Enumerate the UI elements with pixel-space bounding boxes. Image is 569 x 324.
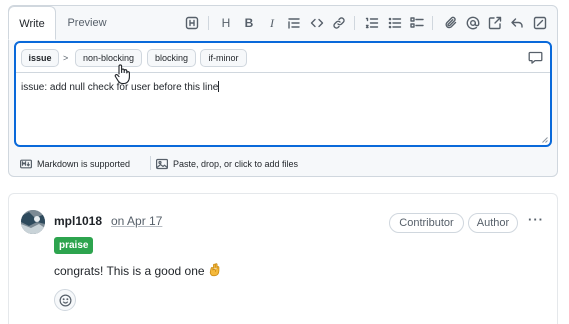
comment-date[interactable]: on Apr 17	[111, 214, 162, 228]
avatar[interactable]	[21, 210, 45, 234]
label-chip-issue[interactable]: issue	[21, 49, 59, 67]
numbered-list-icon[interactable]	[364, 15, 380, 31]
author-badge: Author	[468, 213, 518, 233]
bulleted-list-icon[interactable]	[387, 15, 403, 31]
mention-icon[interactable]	[465, 15, 481, 31]
praise-label: praise	[54, 237, 94, 254]
bold-icon[interactable]: B	[241, 15, 257, 31]
comment-body: congrats! This is a good one	[54, 263, 222, 278]
tab-preview[interactable]: Preview	[61, 6, 113, 40]
comment-card: mpl1018 on Apr 17 Contributor Author ···…	[8, 193, 558, 324]
italic-icon[interactable]: I	[264, 15, 280, 31]
add-reaction-button[interactable]	[54, 289, 76, 311]
resize-grip-icon[interactable]	[541, 136, 548, 143]
attach-files-text: Paste, drop, or click to add files	[173, 159, 299, 169]
attach-files-button[interactable]: Paste, drop, or click to add files	[156, 158, 298, 170]
conventional-labels-row: issue > non-blocking blocking if-minor	[16, 43, 550, 73]
toolbar-divider	[354, 16, 355, 30]
markdown-supported-text: Markdown is supported	[37, 159, 131, 169]
comment-editor: Write Preview H B I issue > non-blocking…	[8, 5, 558, 177]
label-separator: >	[63, 53, 69, 63]
markdown-support-link[interactable]: Markdown is supported	[20, 158, 130, 170]
cross-reference-icon[interactable]	[487, 15, 503, 31]
footer-divider	[150, 156, 151, 170]
tab-write[interactable]: Write	[8, 6, 56, 40]
fullscreen-icon[interactable]	[532, 15, 548, 31]
hand-cursor-icon	[114, 64, 130, 85]
editor-tabbar: Write Preview H B I	[8, 6, 557, 40]
toolbar-divider	[432, 16, 433, 30]
task-list-icon[interactable]	[409, 15, 425, 31]
code-icon[interactable]	[309, 15, 325, 31]
smiley-icon	[59, 294, 71, 306]
editor-footer: Markdown is supported Paste, drop, or cl…	[9, 150, 557, 177]
comment-body-text: congrats! This is a good one	[54, 264, 205, 278]
label-chip-blocking[interactable]: blocking	[147, 49, 196, 67]
heading-icon[interactable]: H	[218, 15, 234, 31]
image-icon	[156, 158, 168, 170]
reply-icon[interactable]	[509, 15, 525, 31]
comment-textarea[interactable]: issue > non-blocking blocking if-minor i…	[14, 41, 552, 147]
toolbar-divider	[208, 16, 209, 30]
quote-icon[interactable]	[286, 15, 302, 31]
comment-author[interactable]: mpl1018	[54, 214, 102, 228]
attach-icon[interactable]	[443, 15, 459, 31]
more-options-icon[interactable]: ···	[528, 213, 544, 226]
heading-block-icon[interactable]	[184, 15, 200, 31]
link-icon[interactable]	[331, 15, 347, 31]
markdown-icon	[20, 159, 32, 169]
label-chip-if-minor[interactable]: if-minor	[200, 49, 247, 67]
text-caret	[218, 81, 220, 92]
ok-hand-icon	[209, 263, 219, 277]
contributor-badge: Contributor	[389, 213, 464, 233]
comment-icon[interactable]	[528, 50, 544, 66]
